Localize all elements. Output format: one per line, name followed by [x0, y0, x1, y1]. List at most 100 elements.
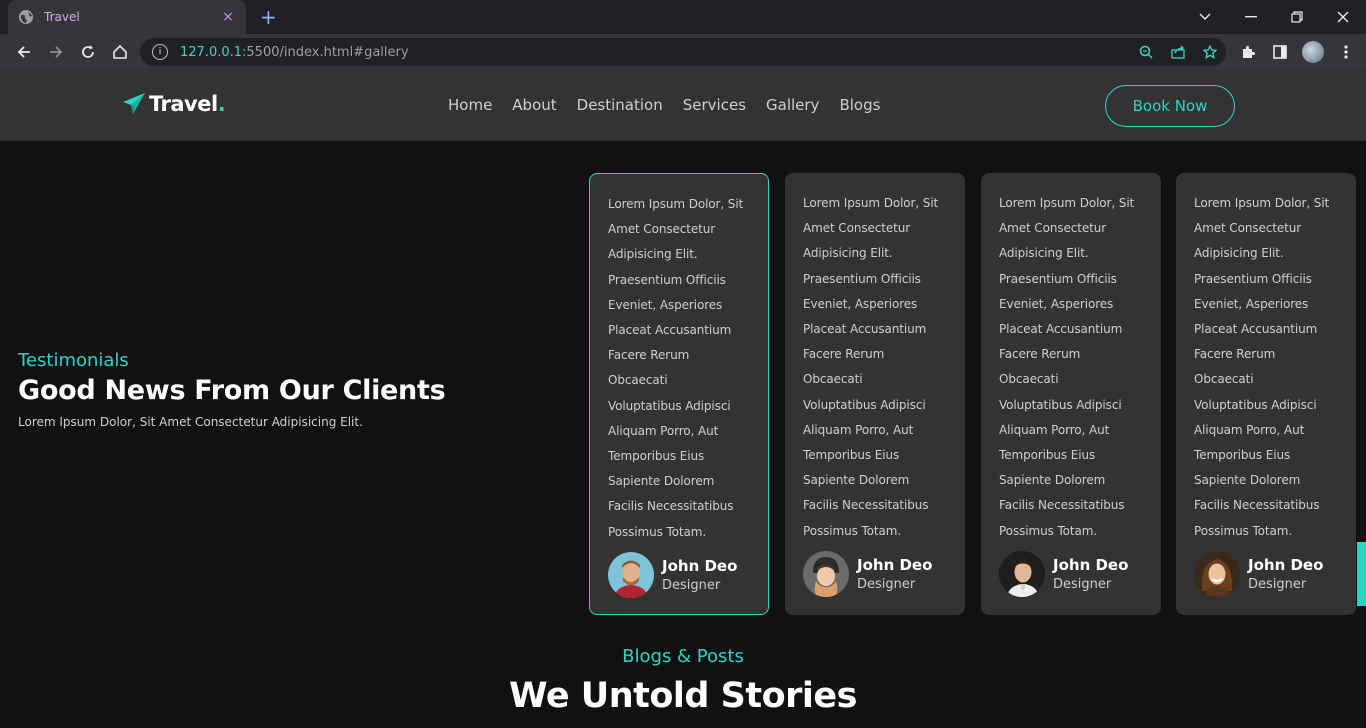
chevron-down-icon[interactable]: [1182, 0, 1228, 34]
client-name: John Deo: [1053, 556, 1129, 574]
quote-line: Praesentium Officiis: [608, 272, 726, 287]
browser-tab[interactable]: Travel ×: [8, 0, 246, 34]
quote-line: Sapiente Dolorem: [1194, 473, 1301, 488]
nav-home[interactable]: Home: [448, 96, 492, 114]
quote-line: Lorem Ipsum Dolor, Sit: [999, 196, 1135, 210]
quote-line: Eveniet, Asperiores: [803, 296, 918, 311]
quote-line: Praesentium Officiis: [1194, 271, 1312, 286]
nav-blogs[interactable]: Blogs: [839, 96, 880, 114]
share-icon[interactable]: [1170, 44, 1186, 60]
book-now-button[interactable]: Book Now: [1105, 85, 1235, 127]
browser-toolbar: i 127.0.0.1:5500/index.html#gallery: [0, 34, 1366, 70]
logo-text: Travel.: [149, 92, 226, 116]
testimonial-quote: Lorem Ipsum Dolor, Sit Amet Consectetur Ad…: [803, 191, 947, 544]
browser-tab-bar: Travel × +: [0, 0, 1366, 34]
more-menu-icon[interactable]: [1336, 42, 1356, 62]
quote-line: Obcaecati: [999, 372, 1059, 387]
close-tab-icon[interactable]: ×: [220, 9, 236, 25]
testimonial-card[interactable]: Lorem Ipsum Dolor, Sit Amet Consectetur Ad…: [981, 173, 1161, 615]
client-avatar: [999, 551, 1045, 597]
client-role: Designer: [1053, 577, 1112, 592]
client-avatar: [803, 551, 849, 597]
quote-line: Eveniet, Asperiores: [999, 296, 1114, 311]
quote-line: Placeat Accusantium: [608, 323, 732, 338]
nav-services[interactable]: Services: [683, 96, 746, 114]
profile-avatar[interactable]: [1302, 41, 1324, 63]
quote-line: Lorem Ipsum Dolor, Sit: [803, 196, 939, 210]
nav-about[interactable]: About: [512, 96, 556, 114]
quote-line: Sapiente Dolorem: [608, 474, 715, 489]
quote-line: Voluptatibus Adipisci: [608, 398, 731, 413]
quote-line: Sapiente Dolorem: [999, 473, 1106, 488]
testimonial-card[interactable]: Lorem Ipsum Dolor, Sit Amet Consectetur Ad…: [785, 173, 965, 615]
client-role: Designer: [1248, 577, 1307, 592]
quote-line: Facilis Necessitatibus: [608, 499, 734, 514]
testimonial-author: John Deo Designer: [803, 551, 932, 597]
zoom-icon[interactable]: [1138, 44, 1154, 60]
close-window-icon[interactable]: [1320, 0, 1366, 34]
site-header: Travel. Home About Destination Services …: [0, 70, 1366, 141]
client-role: Designer: [857, 577, 916, 592]
testimonial-author: John Deo Designer: [608, 552, 737, 598]
quote-line: Possimus Totam.: [803, 523, 902, 538]
quote-line: Adipisicing Elit.: [1194, 246, 1284, 261]
blogs-title: We Untold Stories: [509, 676, 857, 716]
logo-dot: .: [217, 92, 226, 116]
quote-line: Placeat Accusantium: [803, 322, 927, 337]
omnibox-actions: [1138, 38, 1218, 66]
side-panel-icon[interactable]: [1270, 42, 1290, 62]
quote-line: Adipisicing Elit.: [999, 246, 1089, 261]
bookmark-star-icon[interactable]: [1202, 44, 1218, 60]
quote-line: Temporibus Eius: [999, 448, 1096, 463]
reload-icon[interactable]: [72, 38, 104, 66]
window-controls: [1182, 0, 1366, 34]
scrollbar-thumb[interactable]: [1357, 542, 1366, 606]
restore-icon[interactable]: [1274, 0, 1320, 34]
quote-line: Voluptatibus Adipisci: [999, 397, 1122, 412]
url-text[interactable]: 127.0.0.1:5500/index.html#gallery: [180, 45, 409, 60]
extensions-puzzle-icon[interactable]: [1238, 42, 1258, 62]
testimonial-author: John Deo Designer: [999, 551, 1128, 597]
nav-destination[interactable]: Destination: [577, 96, 663, 114]
quote-line: Temporibus Eius: [803, 448, 900, 463]
quote-line: Placeat Accusantium: [999, 322, 1123, 337]
testimonials-subtitle: Lorem Ipsum Dolor, Sit Amet Consectetur …: [18, 415, 363, 429]
testimonial-card[interactable]: Lorem Ipsum Dolor, Sit Amet Consectetur Ad…: [589, 173, 769, 615]
back-arrow-icon[interactable]: [8, 38, 40, 66]
quote-line: Adipisicing Elit.: [608, 247, 698, 262]
quote-line: Sapiente Dolorem: [803, 473, 910, 488]
quote-line: Facilis Necessitatibus: [999, 498, 1125, 513]
quote-line: Facilis Necessitatibus: [803, 498, 929, 513]
quote-line: Voluptatibus Adipisci: [803, 397, 926, 412]
home-icon[interactable]: [104, 38, 136, 66]
quote-line: Possimus Totam.: [1194, 523, 1293, 538]
quote-line: Amet Consectetur: [803, 221, 911, 236]
address-bar[interactable]: i 127.0.0.1:5500/index.html#gallery: [140, 38, 1226, 66]
quote-line: Lorem Ipsum Dolor, Sit: [608, 197, 744, 211]
main-nav: Home About Destination Services Gallery …: [448, 96, 900, 114]
testimonial-quote: Lorem Ipsum Dolor, Sit Amet Consectetur Ad…: [608, 192, 750, 545]
client-role: Designer: [662, 578, 721, 593]
site-info-icon[interactable]: i: [152, 44, 168, 60]
globe-icon: [18, 9, 34, 25]
quote-line: Facere Rerum: [999, 347, 1081, 362]
toolbar-right: [1238, 38, 1356, 66]
nav-gallery[interactable]: Gallery: [766, 96, 819, 114]
quote-line: Facere Rerum: [1194, 347, 1276, 362]
client-avatar: [1194, 551, 1240, 597]
quote-line: Praesentium Officiis: [999, 271, 1117, 286]
quote-line: Obcaecati: [1194, 372, 1254, 387]
forward-arrow-icon[interactable]: [40, 38, 72, 66]
quote-line: Praesentium Officiis: [803, 271, 921, 286]
quote-line: Placeat Accusantium: [1194, 322, 1318, 337]
new-tab-icon[interactable]: +: [260, 6, 277, 28]
quote-line: Eveniet, Asperiores: [608, 297, 723, 312]
quote-line: Possimus Totam.: [999, 523, 1098, 538]
minimize-icon[interactable]: [1228, 0, 1274, 34]
quote-line: Possimus Totam.: [608, 524, 707, 539]
testimonial-card[interactable]: Lorem Ipsum Dolor, Sit Amet Consectetur Ad…: [1176, 173, 1356, 615]
testimonials-heading: Testimonials Good News From Our Clients …: [18, 350, 446, 429]
site-logo[interactable]: Travel.: [122, 92, 226, 116]
quote-line: Voluptatibus Adipisci: [1194, 397, 1317, 412]
url-path: :5500/index.html#gallery: [242, 44, 409, 60]
